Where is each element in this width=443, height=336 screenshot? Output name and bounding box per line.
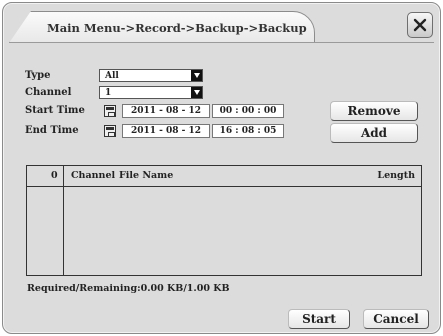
channel-label: Channel <box>25 87 72 98</box>
storage-status: Required/Remaining:0.00 KB/1.00 KB <box>27 283 230 294</box>
table-header: 0 Channel File Name Length <box>27 166 421 187</box>
channel-select[interactable]: 1 <box>99 86 203 99</box>
close-button[interactable] <box>407 12 433 38</box>
remove-button[interactable]: Remove <box>330 101 418 121</box>
start-button[interactable]: Start <box>288 309 350 329</box>
column-file-name-header: File Name <box>119 170 174 181</box>
backup-dialog: Main Menu->Record->Backup->Backup Type A… <box>2 2 441 334</box>
start-date-field[interactable]: 2011 - 08 - 12 <box>122 104 210 118</box>
start-time-field[interactable]: 00 : 00 : 00 <box>212 104 284 118</box>
add-button[interactable]: Add <box>330 123 418 143</box>
type-label: Type <box>25 70 51 81</box>
calendar-icon[interactable] <box>104 105 116 117</box>
cancel-button[interactable]: Cancel <box>363 309 429 329</box>
column-length-header: Length <box>377 170 415 181</box>
type-select[interactable]: All <box>99 69 203 82</box>
type-select-value: All <box>105 71 119 81</box>
close-x-icon <box>413 18 427 32</box>
column-divider <box>63 166 64 275</box>
end-time-label: End Time <box>25 125 79 136</box>
end-date-field[interactable]: 2011 - 08 - 12 <box>122 124 210 138</box>
column-index-header: 0 <box>51 170 58 181</box>
channel-select-value: 1 <box>105 88 112 98</box>
chevron-down-icon <box>191 70 202 81</box>
file-table[interactable]: 0 Channel File Name Length <box>26 165 422 276</box>
column-channel-header: Channel <box>71 170 116 181</box>
title-separator <box>9 42 434 43</box>
window-title: Main Menu->Record->Backup->Backup <box>47 21 307 35</box>
calendar-icon[interactable] <box>104 125 116 137</box>
start-time-label: Start Time <box>25 105 85 116</box>
end-time-field[interactable]: 16 : 08 : 05 <box>212 124 284 138</box>
chevron-down-icon <box>191 87 202 98</box>
